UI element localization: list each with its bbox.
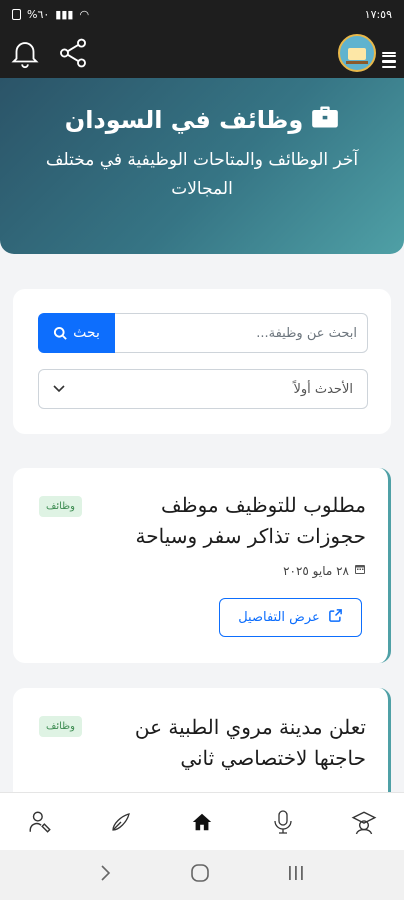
status-time: ١٧:٥٩ (364, 7, 392, 21)
search-input[interactable] (115, 313, 368, 353)
menu-icon[interactable] (382, 49, 396, 69)
job-title[interactable]: مطلوب للتوظيف موظف حجوزات تذاكر سفر وسيا… (96, 490, 366, 552)
search-button[interactable]: بحث (38, 313, 115, 353)
search-row: بحث (38, 313, 368, 353)
nav-profile-icon[interactable] (20, 802, 60, 842)
nav-write-icon[interactable] (101, 802, 141, 842)
job-date: ٢٨ مايو ٢٠٢٥ (283, 563, 366, 578)
calendar-icon (354, 563, 366, 578)
search-card: بحث الأحدث أولاً (13, 289, 391, 434)
briefcase-icon (311, 104, 339, 136)
job-card[interactable]: وظائف تعلن مدينة مروي الطبية عن حاجتها ل… (13, 688, 391, 808)
job-title[interactable]: تعلن مدينة مروي الطبية عن حاجتها لاختصاص… (96, 712, 366, 774)
share-icon[interactable] (56, 36, 90, 70)
category-badge: وظائف (39, 716, 82, 737)
external-link-icon (328, 608, 343, 627)
signal-icon: ▮▮▮ (55, 7, 74, 21)
search-icon (54, 326, 67, 340)
back-icon[interactable] (99, 864, 113, 886)
page-title-text: وظائف في السودان (64, 106, 304, 134)
view-details-button[interactable]: عرض التفاصيل (219, 598, 362, 637)
hero-banner: وظائف في السودان آخر الوظائف والمتاحات ا… (0, 78, 404, 254)
page-title: وظائف في السودان (0, 104, 404, 136)
avatar[interactable] (338, 34, 376, 72)
search-button-label: بحث (73, 325, 100, 341)
sort-select-value: الأحدث أولاً (293, 381, 353, 397)
nav-microphone-icon[interactable] (263, 802, 303, 842)
bell-icon[interactable] (8, 36, 42, 70)
bottom-nav (0, 792, 404, 851)
status-bar: %٦٠ ▮▮▮ ◠ ١٧:٥٩ (0, 0, 404, 28)
system-nav (0, 850, 404, 900)
job-card[interactable]: وظائف مطلوب للتوظيف موظف حجوزات تذاكر سف… (13, 468, 391, 663)
app-bar (0, 28, 404, 78)
sort-select[interactable]: الأحدث أولاً (38, 369, 368, 409)
chevron-down-icon (53, 382, 65, 397)
category-badge: وظائف (39, 496, 82, 517)
wifi-icon: ◠ (79, 7, 90, 21)
job-date-text: ٢٨ مايو ٢٠٢٥ (283, 563, 349, 578)
nav-graduate-icon[interactable] (344, 802, 384, 842)
battery-level: %٦٠ (27, 7, 50, 21)
view-details-label: عرض التفاصيل (238, 610, 320, 625)
nav-home-icon[interactable] (182, 802, 222, 842)
page-subtitle: آخر الوظائف والمتاحات الوظيفية في مختلف … (45, 150, 359, 199)
home-circle-icon[interactable] (190, 863, 210, 887)
battery-icon (12, 8, 21, 20)
recents-icon[interactable] (287, 865, 305, 885)
